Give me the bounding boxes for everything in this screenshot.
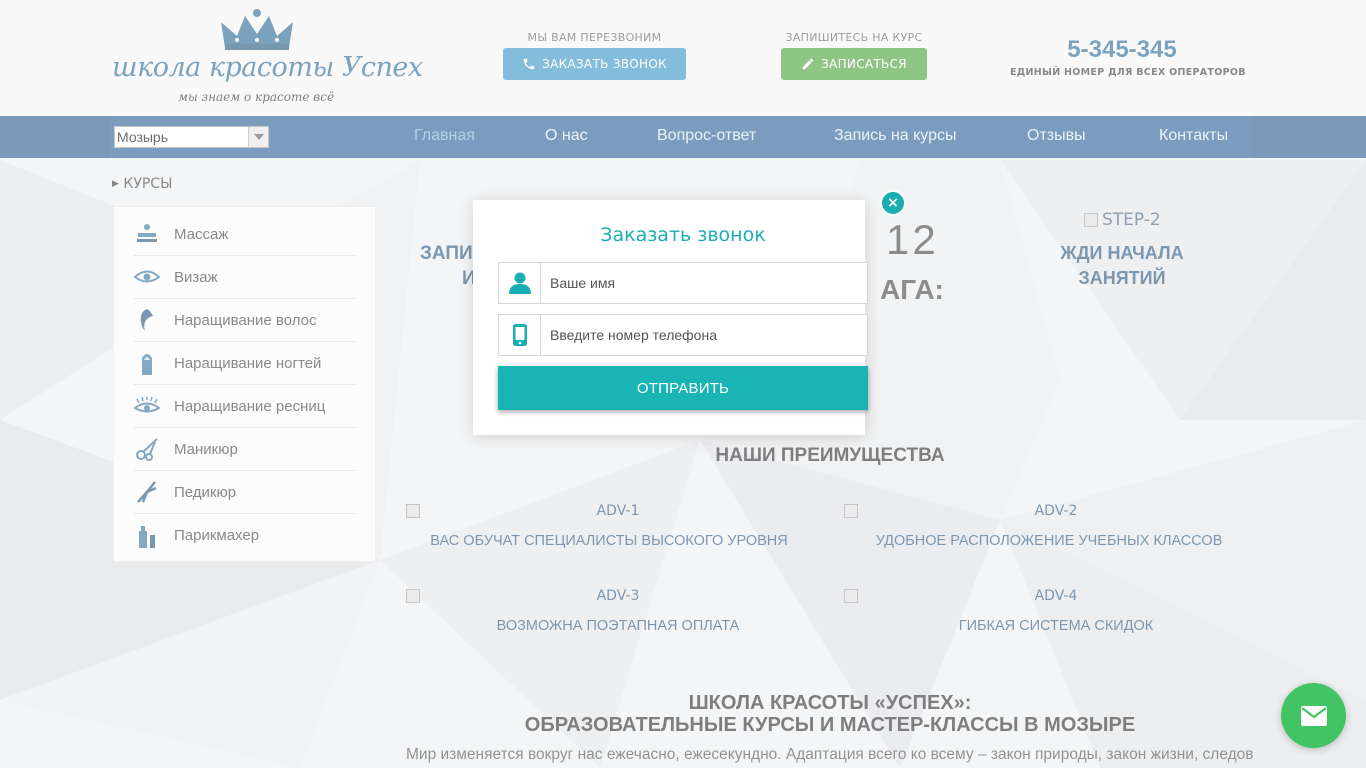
close-icon[interactable]: ×	[880, 190, 906, 216]
callback-modal: Заказать звонок ОТПРАВИТЬ	[473, 200, 868, 435]
contact-fab-button[interactable]	[1281, 683, 1346, 748]
user-icon	[499, 263, 541, 303]
modal-title: Заказать звонок	[600, 224, 766, 246]
name-field[interactable]	[498, 262, 868, 304]
submit-button[interactable]: ОТПРАВИТЬ	[498, 366, 868, 410]
phone-field[interactable]	[498, 314, 868, 356]
mail-icon	[1300, 705, 1327, 726]
mobile-phone-icon	[499, 315, 541, 355]
phone-input[interactable]	[541, 315, 867, 355]
name-input[interactable]	[541, 263, 867, 303]
